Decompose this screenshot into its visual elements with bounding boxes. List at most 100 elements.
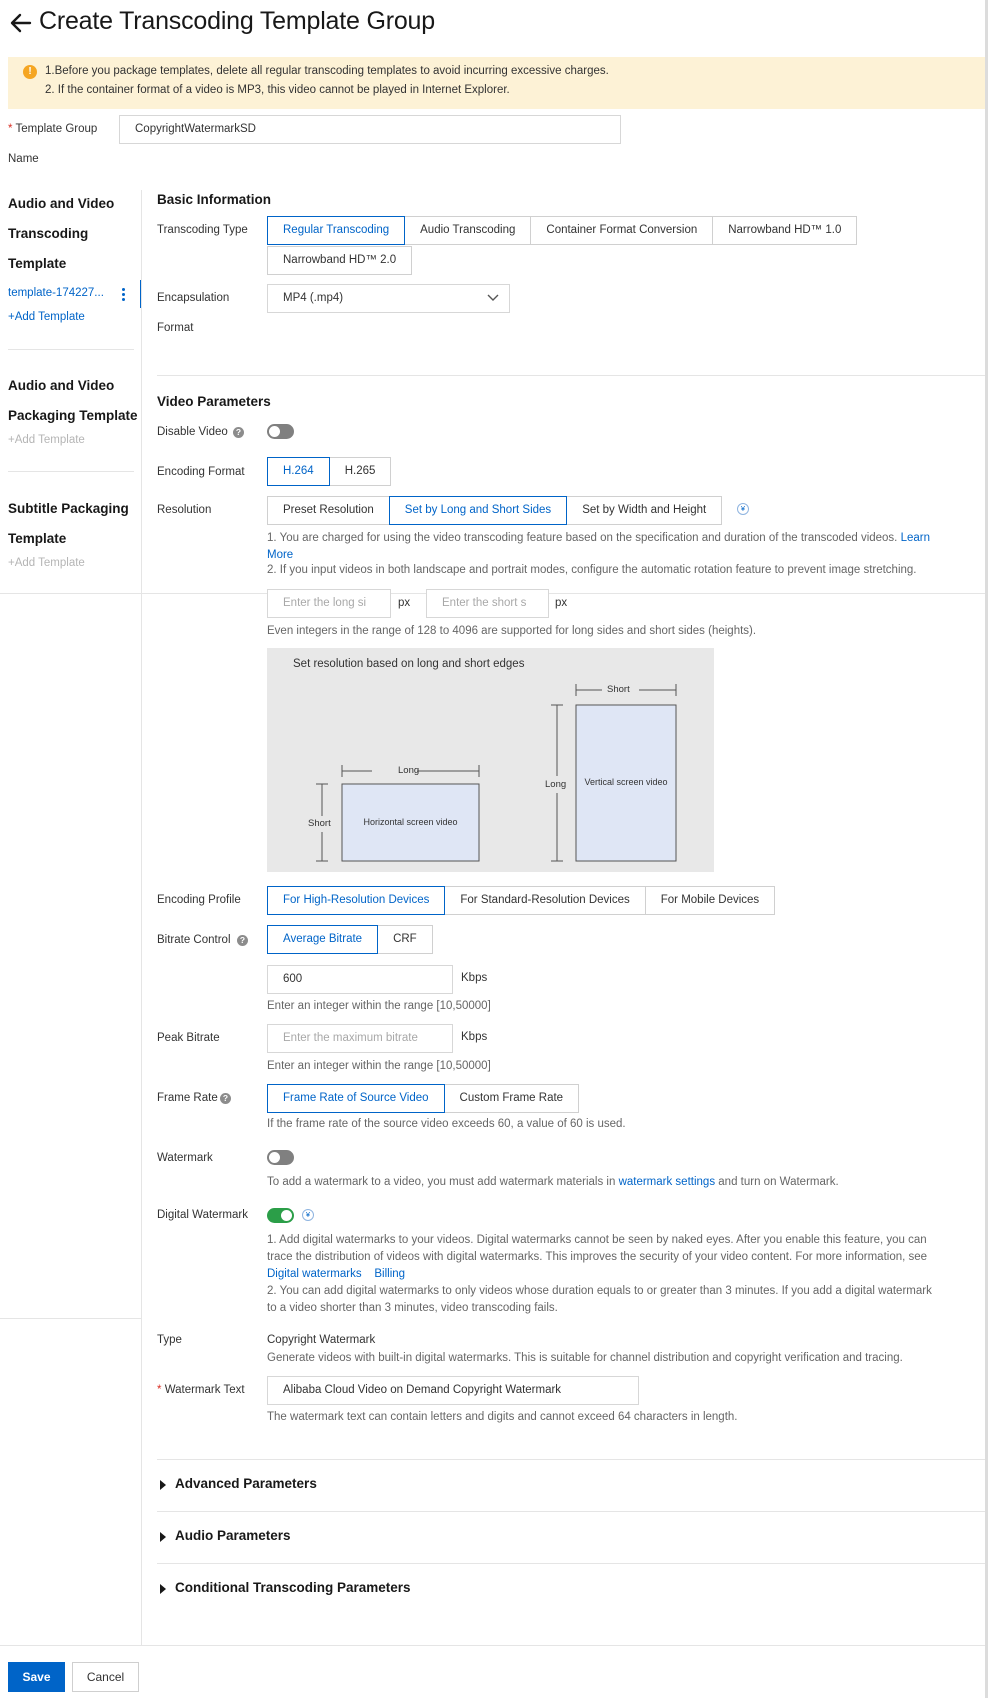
watermark-text-note: The watermark text can contain letters a…	[267, 1411, 738, 1423]
sidebar-packaging-title-2: Packaging Template	[8, 408, 138, 423]
disable-video-toggle[interactable]	[267, 424, 294, 439]
audio-parameters-section[interactable]: Audio Parameters	[157, 1511, 988, 1563]
frame-rate-source[interactable]: Frame Rate of Source Video	[267, 1084, 445, 1113]
notice-line-2: 2. If the container format of a video is…	[45, 84, 510, 96]
type-label: Type	[157, 1334, 182, 1346]
long-side-input[interactable]: Enter the long si	[267, 589, 391, 618]
resolution-mode-group: Preset Resolution Set by Long and Short …	[267, 496, 723, 525]
bitrate-control-label: Bitrate Control	[157, 934, 231, 946]
learn-more-link[interactable]: Learn	[901, 532, 930, 544]
type-note: Generate videos with built-in digital wa…	[267, 1352, 903, 1364]
arrow-left-icon[interactable]	[8, 10, 34, 36]
encapsulation-format-value: MP4 (.mp4)	[283, 292, 344, 304]
learn-more-link-2[interactable]: More	[267, 549, 293, 561]
digital-note-2-line-1: 2. You can add digital watermarks to onl…	[267, 1285, 932, 1297]
sidebar-transcoding-title-3: Template	[8, 256, 67, 271]
cancel-button[interactable]: Cancel	[72, 1662, 139, 1692]
template-group-name-label-2: Name	[8, 153, 39, 165]
add-packaging-template-link: +Add Template	[8, 434, 85, 446]
digital-links: Digital watermarks Billing	[267, 1266, 405, 1283]
basic-information-title: Basic Information	[157, 192, 272, 207]
transcoding-type-narrowband-2[interactable]: Narrowband HD™ 2.0	[267, 246, 413, 275]
chevron-down-icon	[487, 294, 499, 301]
billing-icon: ¥	[737, 503, 749, 515]
short-side-input[interactable]: Enter the short s	[426, 589, 549, 618]
frame-rate-group: Frame Rate of Source Video Custom Frame …	[267, 1084, 580, 1113]
audio-parameters-title: Audio Parameters	[175, 1528, 291, 1543]
digital-watermark-label: Digital Watermark	[157, 1209, 248, 1221]
peak-bitrate-input[interactable]: Enter the maximum bitrate	[267, 1024, 453, 1053]
horizontal-video-label: Horizontal screen video	[363, 817, 458, 827]
resolution-long-short[interactable]: Set by Long and Short Sides	[388, 496, 568, 525]
advanced-parameters-title: Advanced Parameters	[175, 1476, 317, 1491]
profile-mobile[interactable]: For Mobile Devices	[644, 886, 776, 915]
add-transcoding-template-link[interactable]: +Add Template	[8, 311, 85, 323]
digital-note-1-line-2: trace the distribution of videos with di…	[267, 1251, 928, 1263]
resolution-label: Resolution	[157, 504, 212, 516]
resolution-preset[interactable]: Preset Resolution	[267, 496, 390, 525]
bitrate-note: Enter an integer within the range [10,50…	[267, 1000, 491, 1012]
watermark-settings-link[interactable]: watermark settings	[619, 1176, 716, 1188]
encapsulation-format-label: Encapsulation	[157, 292, 230, 304]
profile-standard-resolution[interactable]: For Standard-Resolution Devices	[444, 886, 646, 915]
advanced-parameters-section[interactable]: Advanced Parameters	[157, 1459, 988, 1511]
long-side-unit: px	[398, 597, 411, 609]
help-icon[interactable]: ?	[237, 935, 248, 946]
encoding-format-group: H.264 H.265	[267, 457, 392, 486]
sidebar-transcoding-title-1: Audio and Video	[8, 196, 115, 211]
sidebar-packaging-title-1: Audio and Video	[8, 378, 115, 393]
notice-line-1: 1.Before you package templates, delete a…	[45, 65, 609, 77]
more-options-icon[interactable]	[118, 287, 128, 303]
transcoding-type-audio[interactable]: Audio Transcoding	[404, 216, 532, 245]
encapsulation-format-select[interactable]: MP4 (.mp4)	[267, 284, 510, 313]
resolution-width-height[interactable]: Set by Width and Height	[566, 496, 723, 525]
watermark-toggle[interactable]	[267, 1150, 294, 1165]
encoding-format-h265[interactable]: H.265	[328, 457, 392, 486]
digital-watermarks-link[interactable]: Digital watermarks	[267, 1268, 362, 1280]
type-value: Copyright Watermark	[267, 1334, 376, 1346]
caret-right-icon	[160, 1480, 166, 1490]
illustration-drawing	[316, 684, 677, 862]
sidebar-divider	[8, 471, 134, 472]
transcoding-type-narrowband-1[interactable]: Narrowband HD™ 1.0	[712, 216, 858, 245]
bitrate-unit: Kbps	[461, 972, 488, 984]
required-mark: *	[8, 123, 13, 135]
profile-high-resolution[interactable]: For High-Resolution Devices	[267, 886, 446, 915]
sidebar-item-template[interactable]: template-174227...	[8, 287, 104, 299]
footer-bar: Save Cancel	[0, 1645, 988, 1698]
watermark-note: To add a watermark to a video, you must …	[267, 1176, 839, 1188]
peak-bitrate-label: Peak Bitrate	[157, 1032, 220, 1044]
frame-rate-custom[interactable]: Custom Frame Rate	[443, 1084, 580, 1113]
short-side-unit: px	[555, 597, 568, 609]
warning-notice: ! 1.Before you package templates, delete…	[8, 57, 988, 109]
vertical-video-label: Vertical screen video	[584, 777, 668, 787]
bitrate-average[interactable]: Average Bitrate	[267, 925, 379, 954]
page-title: Create Transcoding Template Group	[39, 7, 435, 35]
template-group-name-input[interactable]: CopyrightWatermarkSD	[119, 115, 621, 144]
billing-link[interactable]: Billing	[374, 1268, 405, 1280]
help-icon[interactable]: ?	[220, 1093, 231, 1104]
section-divider	[157, 375, 985, 376]
transcoding-type-container[interactable]: Container Format Conversion	[530, 216, 714, 245]
conditional-transcoding-section[interactable]: Conditional Transcoding Parameters	[157, 1563, 988, 1615]
bitrate-input[interactable]: 600	[267, 965, 453, 994]
encoding-format-h264[interactable]: H.264	[267, 457, 330, 486]
template-group-name-label: * Template Group	[8, 123, 98, 135]
watermark-text-input[interactable]: Alibaba Cloud Video on Demand Copyright …	[267, 1376, 639, 1405]
transcoding-type-regular[interactable]: Regular Transcoding	[267, 216, 406, 245]
digital-watermark-toggle[interactable]	[267, 1208, 294, 1223]
peak-bitrate-note: Enter an integer within the range [10,50…	[267, 1060, 491, 1072]
range-note: Even integers in the range of 128 to 409…	[267, 625, 757, 637]
screenshot-seam	[0, 1318, 141, 1319]
bitrate-crf[interactable]: CRF	[377, 925, 433, 954]
add-subtitle-template-link: +Add Template	[8, 557, 85, 569]
help-icon[interactable]: ?	[233, 427, 244, 438]
horizontal-long-label: Long	[398, 765, 420, 776]
frame-rate-note: If the frame rate of the source video ex…	[267, 1118, 626, 1130]
required-mark: *	[157, 1384, 162, 1396]
resolution-note-1: 1. You are charged for using the video t…	[267, 532, 931, 561]
caret-right-icon	[160, 1532, 166, 1542]
warning-icon: !	[23, 65, 37, 79]
transcoding-type-label: Transcoding Type	[157, 224, 248, 236]
save-button[interactable]: Save	[8, 1662, 65, 1692]
